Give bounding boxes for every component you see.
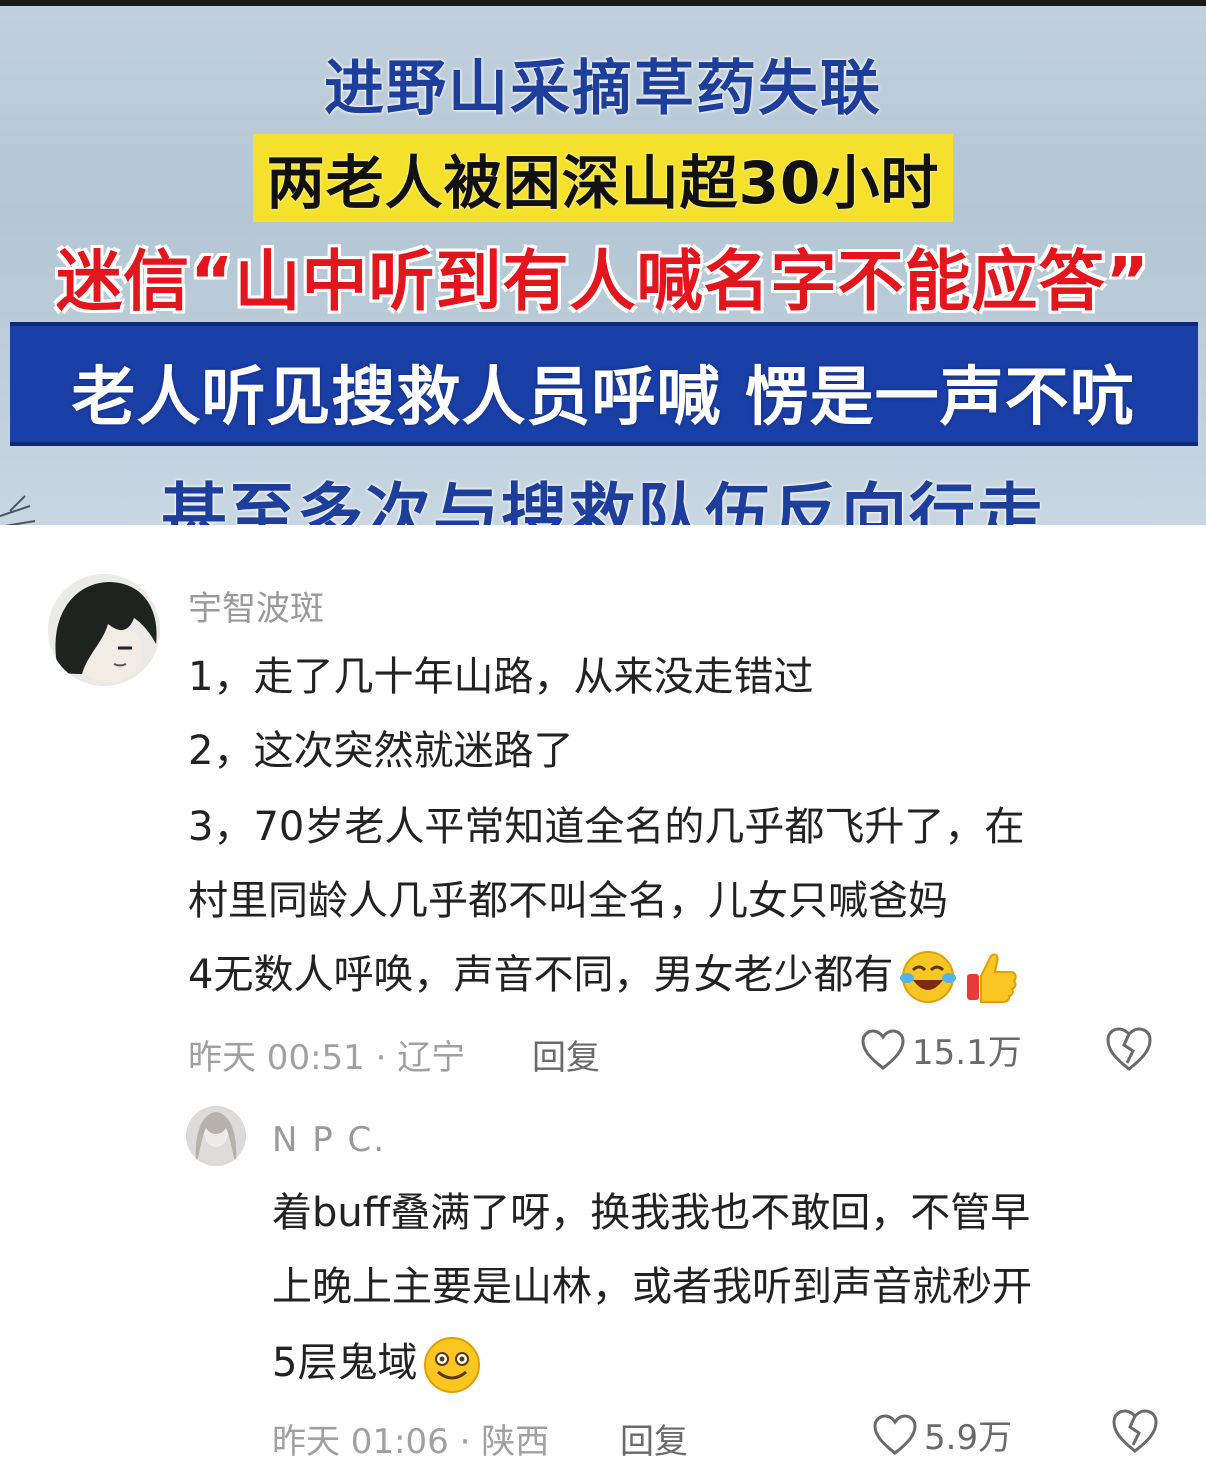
avatar[interactable] [48, 574, 160, 686]
reply-avatar[interactable] [186, 1106, 246, 1166]
comment-time-location: 昨天 00:51 · 辽宁 [188, 1038, 466, 1078]
banner-headline-3: 迷信“山中听到有人喊名字不能应答” [56, 243, 1150, 320]
comment-line-5-text: 4无数人呼唤，声音不同，男女老少都有 [188, 952, 894, 998]
reply-line-2: 上晚上主要是山林，或者我听到声音就秒开 [272, 1264, 1032, 1310]
comment-line-1: 1，走了几十年山路，从来没走错过 [188, 654, 814, 700]
comment-username[interactable]: 宇智波斑 [188, 581, 324, 630]
banner-headline-4: 老人听见搜救人员呼喊 愣是一声不吭 [71, 361, 1135, 435]
comment-line-5: 4无数人呼唤，声音不同，男女老少都有 [188, 938, 1019, 1012]
banner-headline-2: 两老人被困深山超30小时 [252, 134, 954, 222]
banner-headline-1: 进野山采摘草药失联 [324, 54, 882, 124]
reply-line-3-text: 5层鬼域 [272, 1340, 418, 1386]
comment-reply-button[interactable]: 回复 [532, 1030, 600, 1079]
grinning-emoji-icon [424, 1337, 481, 1393]
comment-line-4: 村里同龄人几乎都不叫全名，儿女只喊爸妈 [188, 878, 948, 924]
comment-line-2: 2，这次突然就迷路了 [188, 728, 574, 774]
reply-reply-button[interactable]: 回复 [620, 1414, 688, 1463]
branch-decoration [0, 495, 36, 525]
comment-like-button[interactable]: 15.1万 [860, 1025, 1022, 1074]
comment-like-count: 15.1万 [912, 1033, 1022, 1073]
reply-time-location: 昨天 01:06 · 陕西 [272, 1422, 550, 1462]
reply-like-button[interactable]: 5.9万 [872, 1410, 1012, 1459]
heart-icon [873, 1413, 917, 1455]
reply-like-count: 5.9万 [924, 1418, 1013, 1458]
news-banner-image: 进野山采摘草药失联 两老人被困深山超30小时 迷信“山中听到有人喊名字不能应答”… [0, 0, 1206, 525]
laugh-cry-emoji-icon [900, 951, 957, 1003]
comment-line-3: 3，70岁老人平常知道全名的几乎都飞升了，在 [188, 804, 1025, 850]
broken-heart-icon[interactable] [1110, 1407, 1160, 1455]
reply-line-1: 着buff叠满了呀，换我我也不敢回，不管早 [272, 1190, 1031, 1236]
reply-line-3: 5层鬼域 [272, 1326, 483, 1400]
reply-username[interactable]: N P C. [272, 1120, 386, 1160]
heart-icon [861, 1028, 905, 1070]
thumbs-up-emoji-icon [967, 953, 1018, 1003]
banner-headline-5: 甚至多次与搜救队伍反向行走 [161, 476, 1045, 525]
broken-heart-icon[interactable] [1104, 1025, 1154, 1073]
